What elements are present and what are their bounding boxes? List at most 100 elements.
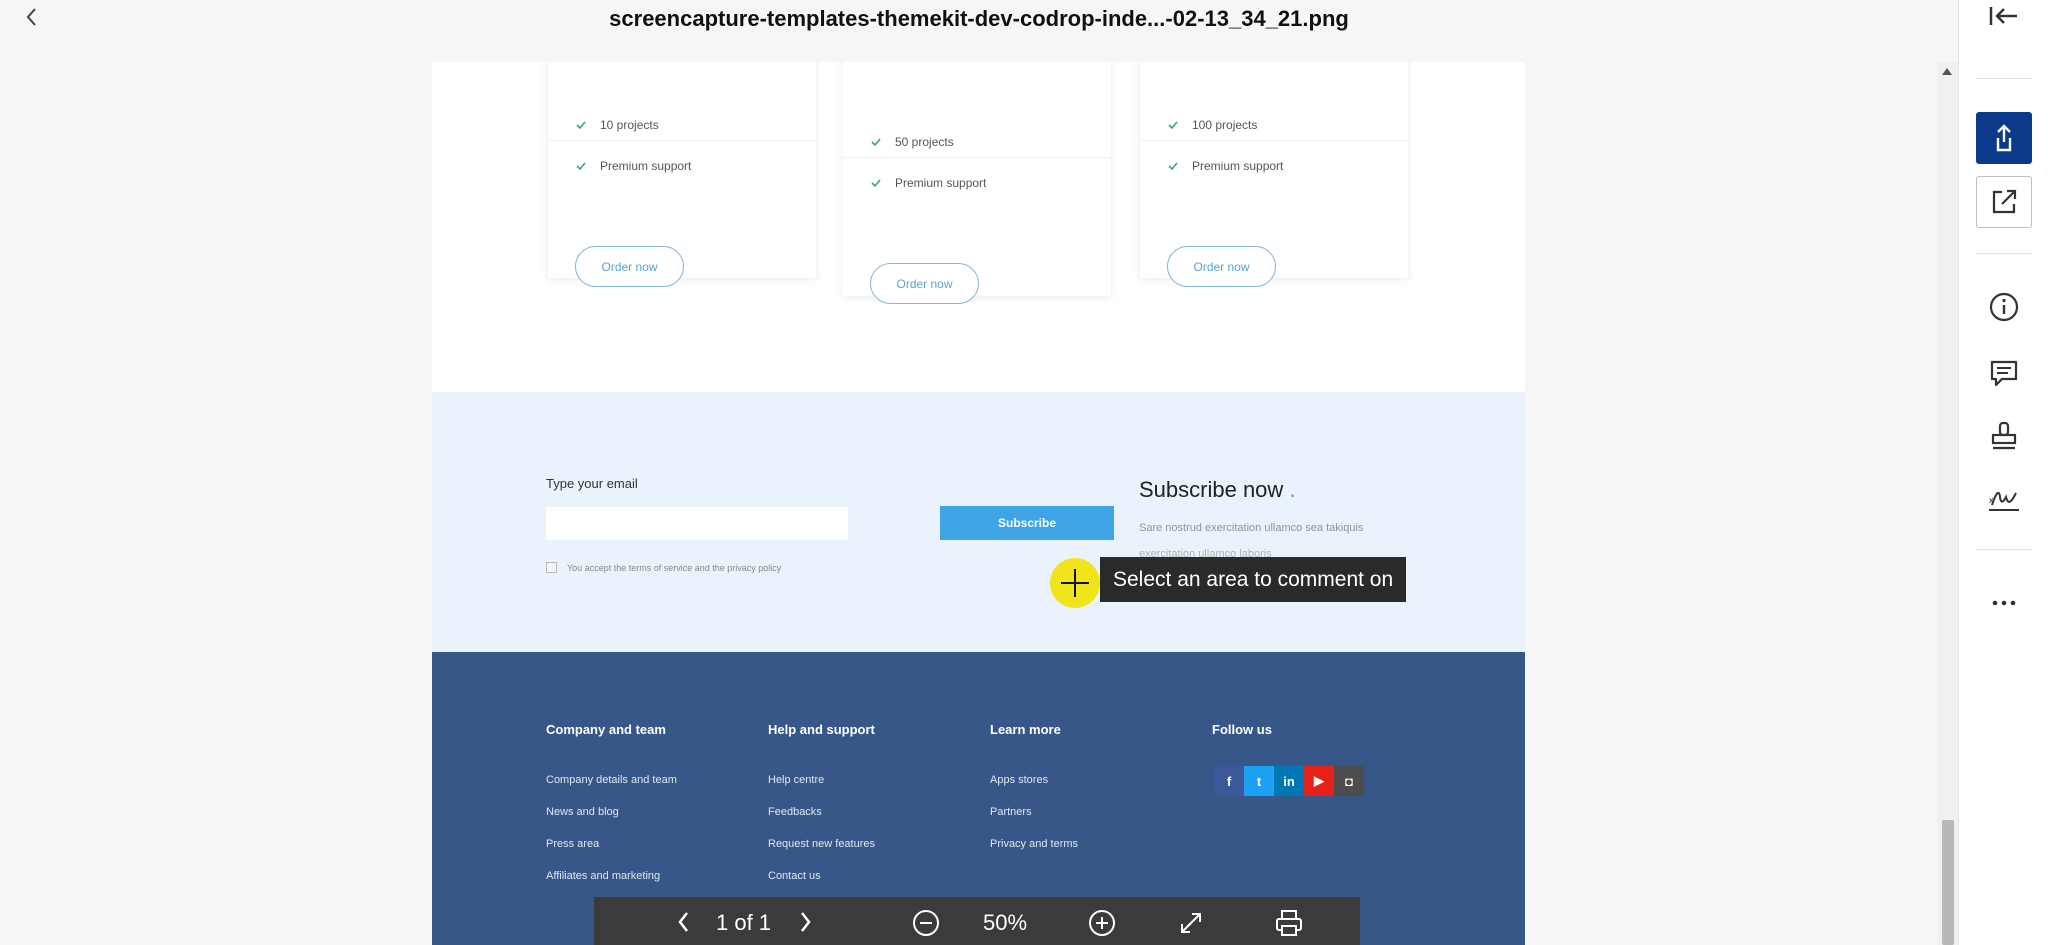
divider xyxy=(1975,78,2033,79)
check-icon xyxy=(576,121,586,130)
footer-link[interactable]: Apps stores xyxy=(990,774,1048,786)
footer-link[interactable]: Privacy and terms xyxy=(990,838,1078,850)
feature-label: Premium support xyxy=(895,176,987,190)
open-external-bg xyxy=(1976,176,2032,228)
footer-link[interactable]: Affiliates and marketing xyxy=(546,870,660,882)
vertical-scrollbar[interactable] xyxy=(1938,62,1958,945)
share-button-bg xyxy=(1976,112,2032,164)
svg-text:x: x xyxy=(1989,495,1994,505)
viewer-controls: 1 of 1 50% xyxy=(594,897,1360,945)
print-button[interactable] xyxy=(1274,909,1304,942)
subscribe-heading-dot: . xyxy=(1289,477,1296,502)
zoom-in-icon xyxy=(1089,910,1115,936)
feature-label: 100 projects xyxy=(1192,118,1258,132)
linkedin-icon[interactable]: in xyxy=(1274,766,1304,796)
check-icon xyxy=(871,179,881,188)
footer-link[interactable]: Request new features xyxy=(768,838,875,850)
zoom-out-icon xyxy=(913,910,939,936)
youtube-icon[interactable]: ▶ xyxy=(1304,766,1334,796)
signature-button[interactable]: x xyxy=(1976,473,2032,525)
footer-heading: Learn more xyxy=(990,722,1061,737)
info-button[interactable] xyxy=(1976,281,2032,333)
feature-row: 50 projects xyxy=(871,135,954,149)
next-page-button[interactable] xyxy=(794,909,816,940)
share-icon xyxy=(1996,124,2012,152)
collapse-panel-button[interactable] xyxy=(1976,0,2032,42)
check-icon xyxy=(1168,162,1178,171)
footer-link[interactable]: Partners xyxy=(990,806,1032,818)
footer-link[interactable]: Feedbacks xyxy=(768,806,822,818)
order-now-button[interactable]: Order now xyxy=(870,263,979,304)
zoom-out-button[interactable] xyxy=(912,909,940,942)
stamp-button[interactable] xyxy=(1976,410,2032,462)
twitter-icon[interactable]: t xyxy=(1244,766,1274,796)
feature-label: 10 projects xyxy=(600,118,659,132)
pricing-card: 50 projects Premium support Order now xyxy=(843,62,1111,304)
scroll-up-arrow[interactable] xyxy=(1942,68,1952,75)
external-link-icon xyxy=(1992,189,2017,214)
previous-page-button[interactable] xyxy=(673,909,695,940)
subscribe-button[interactable]: Subscribe xyxy=(940,506,1114,540)
feature-row: Premium support xyxy=(576,159,691,173)
zoom-in-button[interactable] xyxy=(1088,909,1116,942)
chevron-right-icon xyxy=(801,912,811,932)
zoom-level: 50% xyxy=(983,910,1028,935)
terms-label: You accept the terms of service and the … xyxy=(567,562,782,573)
document-title: screencapture-templates-themekit-dev-cod… xyxy=(609,6,1349,31)
feature-row: 10 projects xyxy=(576,118,659,132)
feature-label: 50 projects xyxy=(895,135,954,149)
email-field[interactable] xyxy=(546,507,848,540)
order-now-button[interactable]: Order now xyxy=(575,246,684,287)
chevron-left-icon xyxy=(678,912,688,932)
check-icon xyxy=(576,162,586,171)
more-icon xyxy=(1992,600,2016,606)
facebook-icon[interactable]: f xyxy=(1214,766,1244,796)
subscribe-text: Sare nostrud exercitation ullamco sea ta… xyxy=(1139,522,1364,534)
terms-row: You accept the terms of service and the … xyxy=(546,562,781,573)
feature-row: Premium support xyxy=(871,176,986,190)
comment-icon xyxy=(1990,360,2018,387)
page-indicator: 1 of 1 xyxy=(716,910,772,935)
crosshair-icon xyxy=(1061,569,1089,597)
footer-link[interactable]: Company details and team xyxy=(546,774,677,786)
stamp-icon xyxy=(1991,421,2017,450)
instagram-icon[interactable]: ◘ xyxy=(1334,766,1364,796)
footer-link[interactable]: Contact us xyxy=(768,870,821,882)
footer-link[interactable]: News and blog xyxy=(546,806,619,818)
subscribe-section: Type your email Subscribe You accept the… xyxy=(432,392,1525,652)
pricing-card: 100 projects Premium support Order now xyxy=(1140,62,1408,287)
order-now-button[interactable]: Order now xyxy=(1167,246,1276,287)
divider xyxy=(843,157,1111,158)
signature-icon: x xyxy=(1989,491,2019,511)
footer-link[interactable]: Help centre xyxy=(768,774,824,786)
divider xyxy=(548,140,816,141)
more-options-button[interactable] xyxy=(1976,577,2032,629)
comment-button[interactable] xyxy=(1976,347,2032,399)
right-sidebar: x xyxy=(1958,0,2048,945)
collapse-icon xyxy=(1989,7,2017,25)
check-icon xyxy=(871,138,881,147)
feature-label: Premium support xyxy=(1192,159,1284,173)
footer-heading: Follow us xyxy=(1212,722,1272,737)
terms-checkbox[interactable] xyxy=(546,562,557,573)
divider xyxy=(1140,140,1408,141)
divider xyxy=(1975,253,2033,254)
email-label: Type your email xyxy=(546,476,638,491)
title-bar: screencapture-templates-themekit-dev-cod… xyxy=(0,0,1958,62)
subscribe-heading-text: Subscribe now xyxy=(1139,477,1284,502)
feature-row: Premium support xyxy=(1168,159,1283,173)
feature-label: Premium support xyxy=(600,159,692,173)
subscribe-heading: Subscribe now . xyxy=(1139,477,1296,503)
divider xyxy=(1975,549,2033,550)
comment-tooltip: Select an area to comment on xyxy=(1100,557,1407,602)
document-page: 10 projects Premium support Order now 50… xyxy=(432,62,1525,945)
open-external-button[interactable] xyxy=(1976,176,2032,228)
footer-link[interactable]: Press area xyxy=(546,838,599,850)
fullscreen-button[interactable] xyxy=(1177,909,1205,942)
info-icon xyxy=(1989,292,2019,322)
footer-heading: Help and support xyxy=(768,722,875,737)
feature-row: 100 projects xyxy=(1168,118,1257,132)
scroll-thumb[interactable] xyxy=(1942,820,1954,945)
share-button[interactable] xyxy=(1976,112,2032,164)
social-links: f t in ▶ ◘ xyxy=(1214,766,1364,796)
